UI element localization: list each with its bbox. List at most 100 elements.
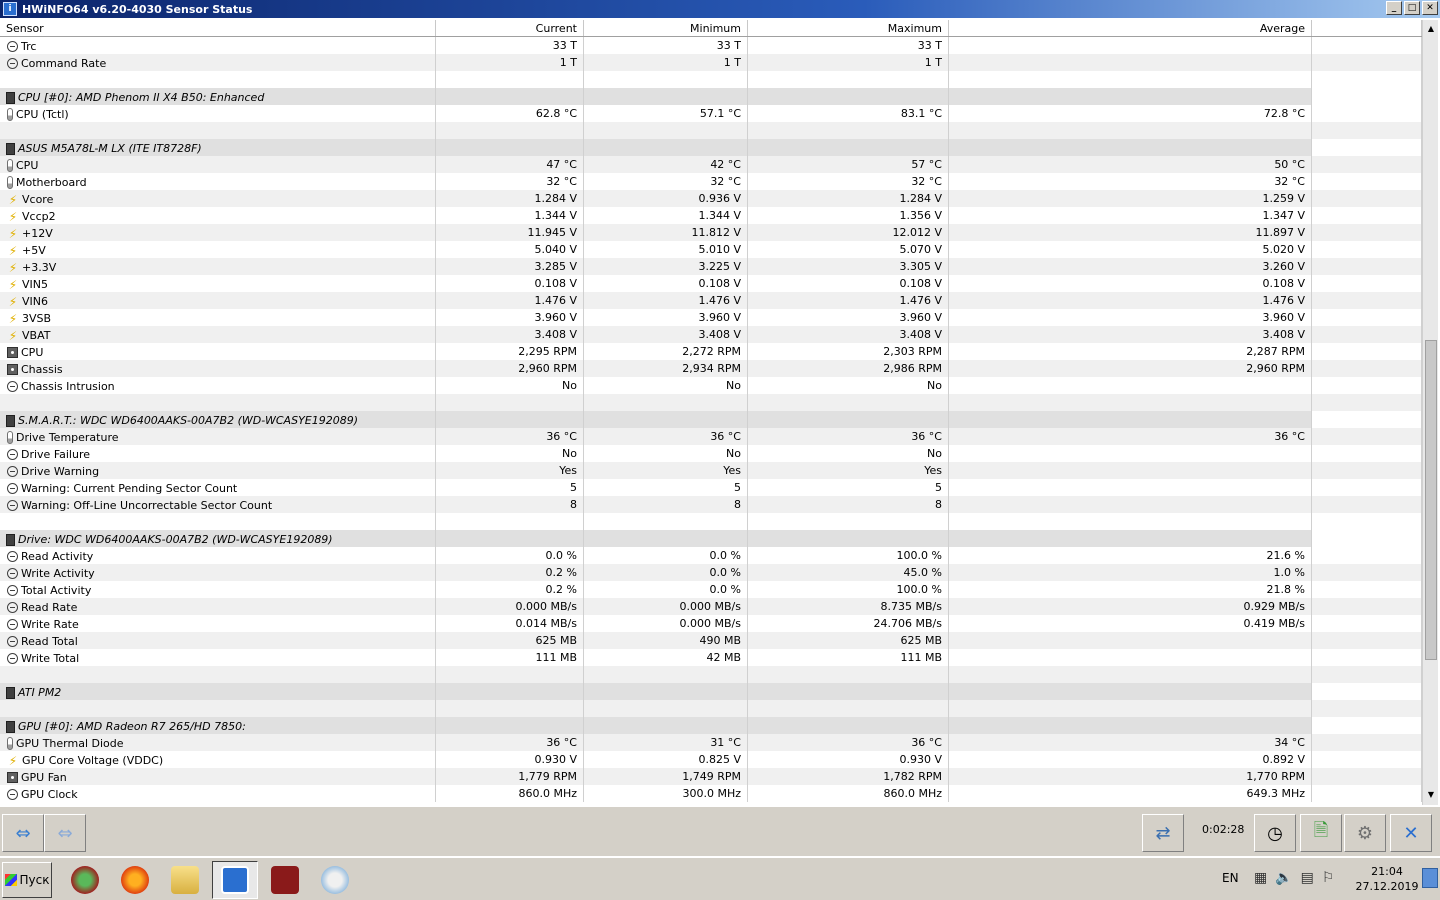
sensor-group-row[interactable]: ASUS M5A78L-M LX (ITE IT8728F): [0, 139, 1422, 156]
sensor-row[interactable]: Write Activity 0.2 % 0.0 % 45.0 % 1.0 %: [0, 564, 1422, 581]
taskbar-app-paint[interactable]: [312, 861, 358, 899]
sensor-name: VIN6: [22, 295, 48, 308]
sensor-row[interactable]: ⚡ +3.3V 3.285 V 3.225 V 3.305 V 3.260 V: [0, 258, 1422, 275]
hwinfo-icon: [221, 866, 249, 894]
expand-arrows-icon[interactable]: ⇔: [2, 814, 44, 852]
taskbar-app-1[interactable]: [62, 861, 108, 899]
sensor-row[interactable]: Trc 33 T 33 T 33 T: [0, 37, 1422, 54]
empty-cell: [436, 122, 584, 139]
taskbar-app-4[interactable]: [262, 861, 308, 899]
maximum-value: 1.476 V: [748, 292, 949, 309]
sensor-row[interactable]: ⚡ Vccp2 1.344 V 1.344 V 1.356 V 1.347 V: [0, 207, 1422, 224]
sensor-row[interactable]: Drive Failure No No No: [0, 445, 1422, 462]
empty-cell: [436, 88, 584, 105]
scroll-thumb[interactable]: [1425, 340, 1437, 660]
collapse-arrows-icon[interactable]: ⇔: [44, 814, 86, 852]
sensor-row[interactable]: ⚡ VIN6 1.476 V 1.476 V 1.476 V 1.476 V: [0, 292, 1422, 309]
empty-cell: [1312, 666, 1422, 683]
spacer-row: [0, 394, 1422, 411]
filler-cell: [1312, 428, 1422, 445]
column-header-sensor[interactable]: Sensor: [0, 20, 436, 36]
sensor-name: Chassis: [21, 363, 63, 376]
filler-cell: [1312, 564, 1422, 581]
sensor-row[interactable]: Drive Warning Yes Yes Yes: [0, 462, 1422, 479]
empty-cell: [949, 683, 1312, 700]
language-indicator[interactable]: EN: [1222, 871, 1239, 885]
volume-icon[interactable]: 🔈: [1275, 870, 1292, 886]
sensor-row[interactable]: Drive Temperature 36 °C 36 °C 36 °C 36 °C: [0, 428, 1422, 445]
sensor-group-row[interactable]: CPU [#0]: AMD Phenom II X4 B50: Enhanced: [0, 88, 1422, 105]
sensor-row[interactable]: Write Rate 0.014 MB/s 0.000 MB/s 24.706 MB/…: [0, 615, 1422, 632]
sensor-row[interactable]: Chassis 2,960 RPM 2,934 RPM 2,986 RPM 2,960 …: [0, 360, 1422, 377]
sensor-row[interactable]: ⚡ GPU Core Voltage (VDDC) 0.930 V 0.825 V 0.…: [0, 751, 1422, 768]
average-value: 2,960 RPM: [949, 360, 1312, 377]
column-header-current[interactable]: Current: [436, 20, 584, 36]
sensor-row[interactable]: Total Activity 0.2 % 0.0 % 100.0 % 21.8 %: [0, 581, 1422, 598]
taskbar-clock[interactable]: 21:04 27.12.2019: [1352, 864, 1422, 894]
filler-cell: [1312, 462, 1422, 479]
minimum-value: 0.936 V: [584, 190, 748, 207]
sensor-group-row[interactable]: ATI PM2: [0, 683, 1422, 700]
minimum-value: 42 MB: [584, 649, 748, 666]
sensor-row[interactable]: Write Total 111 MB 42 MB 111 MB: [0, 649, 1422, 666]
network-tray-icon[interactable]: ▤: [1301, 870, 1314, 886]
maximum-value: 625 MB: [748, 632, 949, 649]
empty-cell: [436, 530, 584, 547]
maximum-value: 83.1 °C: [748, 105, 949, 122]
tray-hwinfo-icon[interactable]: ▦: [1254, 870, 1267, 886]
sensor-row[interactable]: Read Activity 0.0 % 0.0 % 100.0 % 21.6 %: [0, 547, 1422, 564]
app-red-icon: [271, 866, 299, 894]
settings-gear-icon[interactable]: ⚙: [1344, 814, 1386, 852]
flag-tray-icon[interactable]: ⚐: [1322, 870, 1335, 886]
group-name: S.M.A.R.T.: WDC WD6400AAKS-00A7B2 (WD-WC…: [0, 411, 436, 428]
average-value: [949, 632, 1312, 649]
sensor-row[interactable]: GPU Thermal Diode 36 °C 31 °C 36 °C 34 °C: [0, 734, 1422, 751]
sensor-row[interactable]: ⚡ VIN5 0.108 V 0.108 V 0.108 V 0.108 V: [0, 275, 1422, 292]
sensor-row[interactable]: ⚡ 3VSB 3.960 V 3.960 V 3.960 V 3.960 V: [0, 309, 1422, 326]
vertical-scrollbar[interactable]: ▲ ▼: [1422, 20, 1438, 805]
sensor-group-row[interactable]: S.M.A.R.T.: WDC WD6400AAKS-00A7B2 (WD-WC…: [0, 411, 1422, 428]
taskbar-app-firefox[interactable]: [112, 861, 158, 899]
sensor-row[interactable]: Warning: Current Pending Sector Count 5 5 5: [0, 479, 1422, 496]
sensor-row[interactable]: Read Total 625 MB 490 MB 625 MB: [0, 632, 1422, 649]
sensor-row[interactable]: ⚡ VBAT 3.408 V 3.408 V 3.408 V 3.408 V: [0, 326, 1422, 343]
column-header-average[interactable]: Average: [949, 20, 1312, 36]
maximize-button[interactable]: □: [1404, 1, 1420, 15]
sensor-row[interactable]: GPU Clock 860.0 MHz 300.0 MHz 860.0 MHz 649.…: [0, 785, 1422, 802]
close-x-icon[interactable]: ✕: [1390, 814, 1432, 852]
sensor-row[interactable]: CPU 47 °C 42 °C 57 °C 50 °C: [0, 156, 1422, 173]
start-button[interactable]: Пуск: [2, 862, 52, 898]
sensor-row[interactable]: Read Rate 0.000 MB/s 0.000 MB/s 8.735 MB/s 0…: [0, 598, 1422, 615]
sensor-group-row[interactable]: GPU [#0]: AMD Radeon R7 265/HD 7850:: [0, 717, 1422, 734]
column-header-maximum[interactable]: Maximum: [748, 20, 949, 36]
show-desktop-button[interactable]: [1422, 868, 1438, 888]
taskbar-app-hwinfo[interactable]: [212, 861, 258, 899]
clock-reset-icon[interactable]: ◷: [1254, 814, 1296, 852]
network-icon[interactable]: ⇄: [1142, 814, 1184, 852]
sensor-row[interactable]: Command Rate 1 T1 T1 T: [0, 54, 1422, 71]
taskbar-app-explorer[interactable]: [162, 861, 208, 899]
sensor-row[interactable]: CPU 2,295 RPM 2,272 RPM 2,303 RPM 2,287 RPM: [0, 343, 1422, 360]
scroll-up-icon[interactable]: ▲: [1424, 22, 1438, 36]
filler-cell: [1312, 683, 1422, 700]
sensor-row[interactable]: GPU Fan 1,779 RPM 1,749 RPM 1,782 RPM 1,770 …: [0, 768, 1422, 785]
scroll-down-icon[interactable]: ▼: [1424, 788, 1438, 802]
column-header-minimum[interactable]: Minimum: [584, 20, 748, 36]
empty-cell: [584, 122, 748, 139]
minimum-value: 1,749 RPM: [584, 768, 748, 785]
close-button[interactable]: ✕: [1422, 1, 1438, 15]
log-report-icon[interactable]: 🗎: [1300, 814, 1342, 852]
sensor-row[interactable]: Warning: Off-Line Uncorrectable Sector C…: [0, 496, 1422, 513]
sensor-row[interactable]: ⚡ +12V 11.945 V 11.812 V 12.012 V 11.897 V: [0, 224, 1422, 241]
empty-cell: [584, 139, 748, 156]
empty-cell: [1312, 513, 1422, 530]
sensor-row[interactable]: Motherboard 32 °C 32 °C 32 °C 32 °C: [0, 173, 1422, 190]
sensor-row[interactable]: Chassis Intrusion No No No: [0, 377, 1422, 394]
minimize-button[interactable]: _: [1386, 1, 1402, 15]
sensor-row[interactable]: ⚡ Vcore 1.284 V 0.936 V 1.284 V 1.259 V: [0, 190, 1422, 207]
filler-cell: [1312, 173, 1422, 190]
sensor-row[interactable]: ⚡ +5V 5.040 V 5.010 V 5.070 V 5.020 V: [0, 241, 1422, 258]
column-header-filler: [1312, 20, 1422, 36]
sensor-row[interactable]: CPU (Tctl) 62.8 °C 57.1 °C 83.1 °C 72.8 °C: [0, 105, 1422, 122]
sensor-group-row[interactable]: Drive: WDC WD6400AAKS-00A7B2 (WD-WCASYE1…: [0, 530, 1422, 547]
